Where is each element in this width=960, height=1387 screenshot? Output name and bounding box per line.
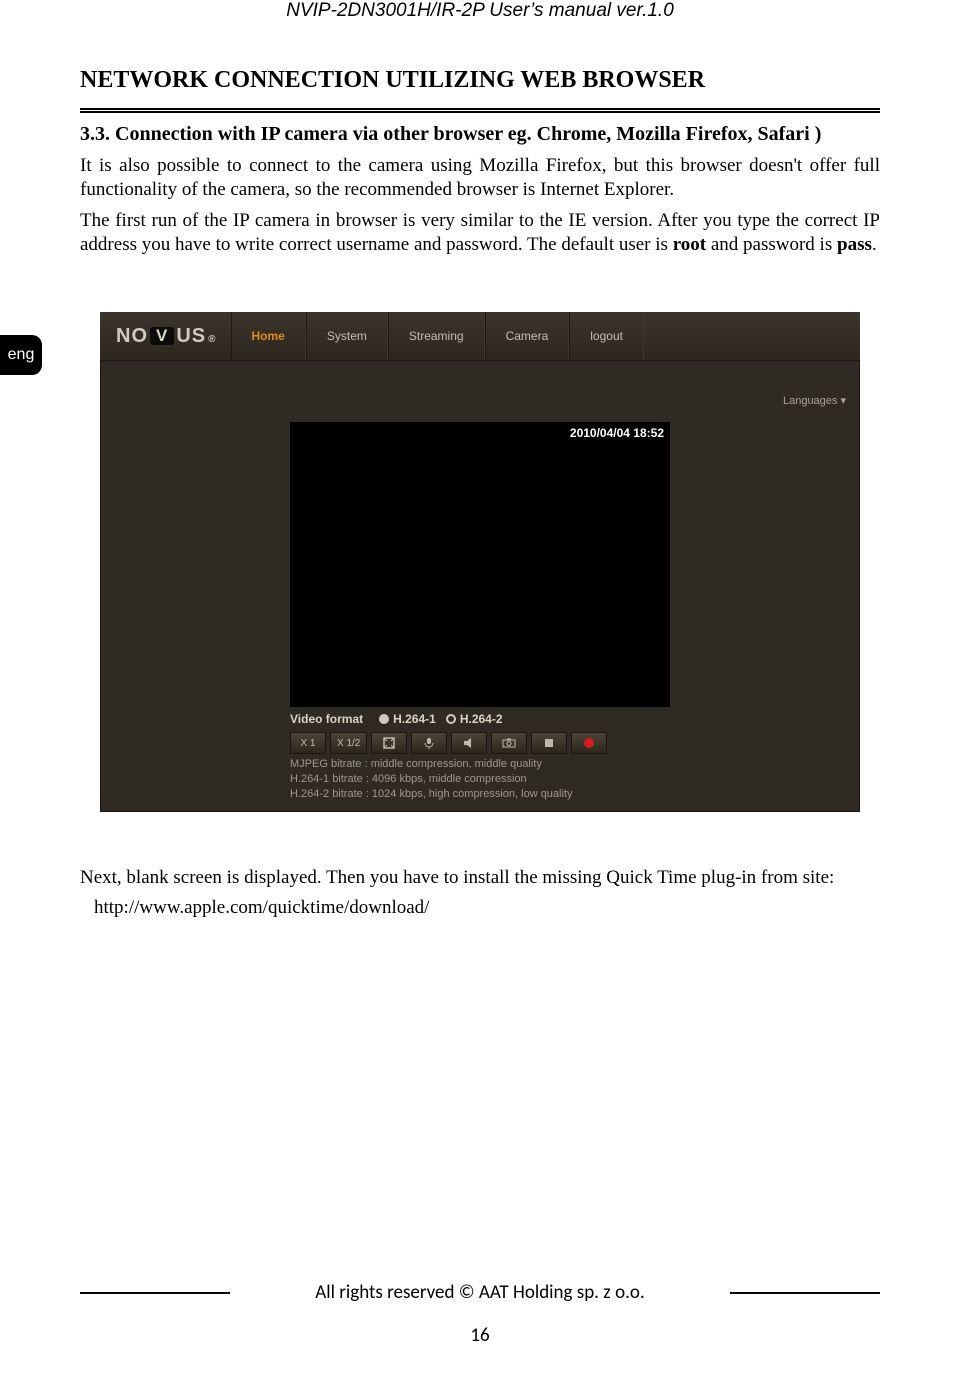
speaker-button[interactable] <box>451 732 487 754</box>
nav-camera[interactable]: Camera <box>485 312 570 360</box>
video-viewer: 2010/04/04 18:52 <box>290 422 670 707</box>
subsection-heading: 3.3. Connection with IP camera via other… <box>80 123 880 146</box>
running-header: NVIP-2DN3001H/IR-2P User’s manual ver.1.… <box>0 0 960 22</box>
bitrate-info: MJPEG bitrate : middle compression, midd… <box>290 757 573 802</box>
section-title: NETWORK CONNECTION UTILIZING WEB BROWSER <box>80 67 880 94</box>
languages-dropdown[interactable]: Languages ▾ <box>783 394 846 407</box>
info-line-2: H.264-1 bitrate : 4096 kbps, middle comp… <box>290 772 573 787</box>
para2-mid: and password is <box>706 234 837 255</box>
paragraph-1: It is also possible to connect to the ca… <box>80 154 880 203</box>
page-number: 16 <box>80 1324 880 1347</box>
footer-rights: All rights reserved © AAT Holding sp. z … <box>240 1281 720 1304</box>
video-format-label: Video format <box>290 712 363 726</box>
default-user: root <box>673 234 706 255</box>
section-rule <box>80 108 880 113</box>
video-timestamp: 2010/04/04 18:52 <box>570 426 664 440</box>
radio-h264-2[interactable]: H.264-2 <box>446 712 503 726</box>
nav-system[interactable]: System <box>306 312 388 360</box>
info-line-3: H.264-2 bitrate : 1024 kbps, high compre… <box>290 787 573 802</box>
fullscreen-button[interactable] <box>371 732 407 754</box>
novus-logo: NOVUS® <box>100 325 217 348</box>
nav-home[interactable]: Home <box>231 312 306 360</box>
radio-h264-1-label: H.264-1 <box>393 712 436 726</box>
record-button[interactable] <box>571 732 607 754</box>
radio-h264-2-label: H.264-2 <box>460 712 503 726</box>
control-row: X 1 X 1/2 <box>290 732 607 754</box>
footer-rule: All rights reserved © AAT Holding sp. z … <box>80 1281 880 1304</box>
camera-ui-screenshot: NOVUS® Home System Streaming Camera logo… <box>100 312 860 812</box>
footer-bar-right <box>730 1292 880 1294</box>
paragraph-2: The first run of the IP camera in browse… <box>80 209 880 258</box>
logo-right: US <box>176 325 206 348</box>
nav-logout[interactable]: logout <box>569 312 644 360</box>
info-line-1: MJPEG bitrate : middle compression, midd… <box>290 757 573 772</box>
snapshot-button[interactable] <box>491 732 527 754</box>
footer-bar-left <box>80 1292 230 1294</box>
stop-button[interactable] <box>531 732 567 754</box>
para2-post: . <box>872 234 877 255</box>
mic-button[interactable] <box>411 732 447 754</box>
nav-tabs: Home System Streaming Camera logout <box>231 312 644 360</box>
quicktime-url: http://www.apple.com/quicktime/download/ <box>94 897 880 919</box>
video-format-row: Video format H.264-1 H.264-2 <box>290 712 503 726</box>
topbar: NOVUS® Home System Streaming Camera logo… <box>100 312 860 361</box>
language-tab: eng <box>0 335 42 375</box>
zoom-x1-button[interactable]: X 1 <box>290 732 326 754</box>
logo-left: NO <box>116 325 148 348</box>
zoom-x12-button[interactable]: X 1/2 <box>330 732 367 754</box>
stop-icon <box>545 739 553 747</box>
logo-mid: V <box>150 327 174 345</box>
nav-streaming[interactable]: Streaming <box>388 312 485 360</box>
radio-h264-1[interactable]: H.264-1 <box>379 712 436 726</box>
default-pass: pass <box>837 234 872 255</box>
logo-reg: ® <box>208 334 216 345</box>
after-line1: Next, blank screen is displayed. Then yo… <box>80 867 880 889</box>
